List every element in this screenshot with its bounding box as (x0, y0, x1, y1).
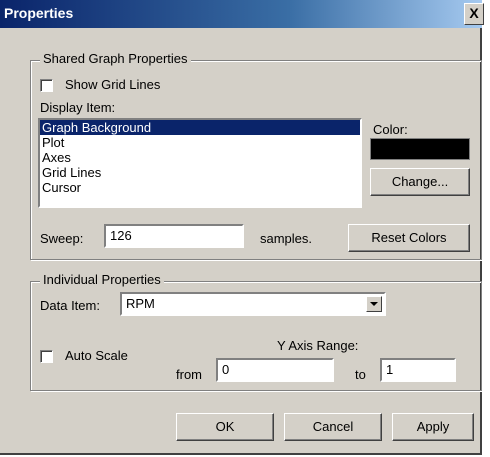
sweep-label: Sweep: (40, 231, 84, 246)
auto-scale-label[interactable]: Auto Scale (65, 348, 128, 363)
sweep-input[interactable]: 126 (104, 224, 244, 248)
color-swatch (370, 138, 470, 160)
list-item-cursor[interactable]: Cursor (40, 180, 360, 195)
y-axis-range-label: Y Axis Range: (277, 338, 359, 353)
cancel-button[interactable]: Cancel (284, 413, 382, 441)
list-item-axes[interactable]: Axes (40, 150, 360, 165)
samples-label: samples. (260, 231, 313, 246)
data-item-label: Data Item: (40, 298, 100, 313)
chevron-down-icon[interactable] (366, 296, 382, 312)
display-item-list[interactable]: Graph Background Plot Axes Grid Lines Cu… (38, 118, 362, 208)
to-label: to (355, 367, 366, 382)
close-icon: X (469, 5, 479, 21)
list-item-graph-background[interactable]: Graph Background (40, 120, 360, 135)
auto-scale-checkbox[interactable] (40, 350, 53, 363)
data-item-select[interactable]: RPM (120, 292, 386, 316)
individual-group-label: Individual Properties (40, 272, 164, 287)
list-item-grid-lines[interactable]: Grid Lines (40, 165, 360, 180)
ok-button[interactable]: OK (176, 413, 274, 441)
display-item-label: Display Item: (40, 100, 116, 115)
show-grid-lines-label[interactable]: Show Grid Lines (65, 77, 160, 92)
change-color-button[interactable]: Change... (370, 168, 470, 196)
to-input[interactable]: 1 (380, 358, 456, 382)
properties-dialog: Properties X Shared Graph Properties Sho… (0, 0, 484, 455)
reset-colors-button[interactable]: Reset Colors (348, 224, 470, 252)
close-button[interactable]: X (464, 3, 484, 25)
from-label: from (176, 367, 202, 382)
data-item-selected-value: RPM (126, 296, 155, 311)
shared-group-label: Shared Graph Properties (40, 51, 191, 66)
show-grid-lines-checkbox[interactable] (40, 79, 53, 92)
window-title: Properties (4, 5, 74, 21)
list-item-plot[interactable]: Plot (40, 135, 360, 150)
title-bar[interactable]: Properties X (0, 0, 484, 28)
from-input[interactable]: 0 (216, 358, 334, 382)
apply-button[interactable]: Apply (392, 413, 474, 441)
color-label: Color: (373, 122, 408, 137)
